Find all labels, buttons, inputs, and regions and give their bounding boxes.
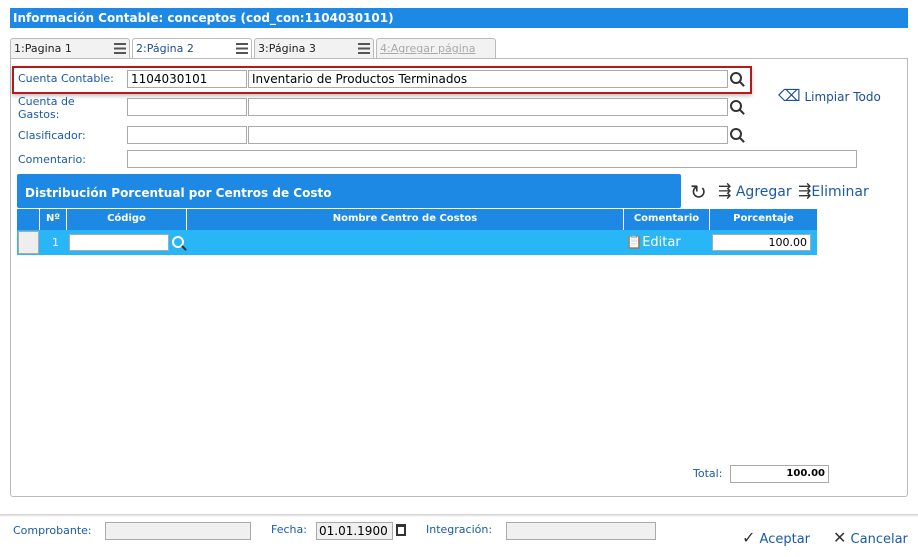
total-label: Total: [693, 467, 723, 480]
footer-divider [0, 514, 918, 517]
col-porcentaje[interactable]: Porcentaje [710, 209, 817, 230]
cuenta-contable-code-input[interactable]: 1104030101 [127, 70, 247, 88]
col-select [17, 209, 40, 230]
tab-agregar-pagina[interactable]: 4:Agregar página [376, 38, 496, 58]
add-row-icon: ⇶ [718, 181, 732, 200]
search-icon[interactable] [730, 100, 742, 112]
total-value: 100.00 [730, 465, 829, 483]
agregar-label: Agregar [735, 184, 792, 200]
delete-row-icon: ⇶ [798, 181, 812, 200]
comprobante-input[interactable] [105, 522, 251, 540]
tab-label: 3:Página 3 [258, 42, 316, 55]
menu-icon[interactable] [358, 43, 370, 54]
aceptar-button[interactable]: ✓ Aceptar [742, 528, 810, 547]
window-title: Información Contable: conceptos (cod_con… [10, 8, 908, 28]
clipboard-icon: 📋 [626, 235, 643, 250]
integracion-label: Integración: [426, 523, 493, 536]
broom-icon: ⌫ [778, 86, 801, 105]
col-n: Nº [40, 209, 67, 230]
clasificador-label: Clasificador: [18, 129, 86, 142]
integracion-input[interactable] [506, 522, 656, 540]
agregar-button[interactable]: ⇶ Agregar [718, 181, 792, 200]
col-codigo[interactable]: Código [67, 209, 187, 230]
eliminar-label: Eliminar [811, 184, 869, 200]
tab-pagina-3[interactable]: 3:Página 3 [254, 38, 374, 58]
cuenta-gastos-code-input[interactable] [127, 98, 247, 116]
fecha-input[interactable]: 01.01.1900 [316, 522, 393, 540]
col-comentario[interactable]: Comentario [624, 209, 710, 230]
editar-label: Editar [642, 235, 681, 250]
cancelar-button[interactable]: ✕ Cancelar [833, 528, 908, 547]
eliminar-button[interactable]: ⇶Eliminar [798, 181, 869, 200]
comentario-input[interactable] [127, 150, 857, 168]
cuenta-contable-name-input[interactable]: Inventario de Productos Terminados [248, 70, 728, 88]
tab-pagina-2[interactable]: 2:Página 2 [132, 38, 252, 59]
tab-label: 2:Página 2 [136, 42, 194, 55]
form-panel [10, 58, 908, 497]
menu-icon[interactable] [114, 43, 126, 54]
limpiar-label: Limpiar Todo [804, 90, 881, 104]
row-selector[interactable] [18, 231, 39, 254]
fecha-label: Fecha: [271, 523, 307, 536]
porcentaje-input[interactable]: 100.00 [712, 234, 811, 251]
menu-icon[interactable] [236, 43, 248, 54]
comentario-label: Comentario: [18, 153, 86, 166]
section-header: Distribución Porcentual por Centros de C… [17, 174, 681, 208]
aceptar-label: Aceptar [759, 532, 811, 547]
search-icon[interactable] [730, 128, 742, 140]
cancelar-label: Cancelar [850, 532, 908, 547]
editar-button[interactable]: 📋Editar [626, 235, 681, 250]
row-number: 1 [52, 236, 59, 249]
col-nombre[interactable]: Nombre Centro de Costos [187, 209, 624, 230]
comprobante-label: Comprobante: [13, 524, 92, 537]
cuenta-contable-label: Cuenta Contable: [18, 72, 114, 85]
tab-label: 1:Pagina 1 [14, 42, 72, 55]
cuenta-gastos-name-input[interactable] [248, 98, 728, 116]
search-icon[interactable] [172, 236, 184, 248]
check-icon: ✓ [742, 528, 756, 547]
clasificador-code-input[interactable] [127, 126, 247, 144]
cuenta-gastos-label: Cuenta de Gastos: [18, 95, 75, 121]
close-icon: ✕ [833, 528, 847, 547]
clasificador-name-input[interactable] [248, 126, 728, 144]
calendar-icon[interactable] [396, 524, 406, 536]
refresh-icon[interactable]: ↻ [690, 180, 707, 204]
codigo-input[interactable] [69, 234, 169, 251]
search-icon[interactable] [730, 72, 742, 84]
limpiar-todo-button[interactable]: ⌫ Limpiar Todo [778, 86, 881, 105]
tab-pagina-1[interactable]: 1:Pagina 1 [10, 38, 130, 58]
